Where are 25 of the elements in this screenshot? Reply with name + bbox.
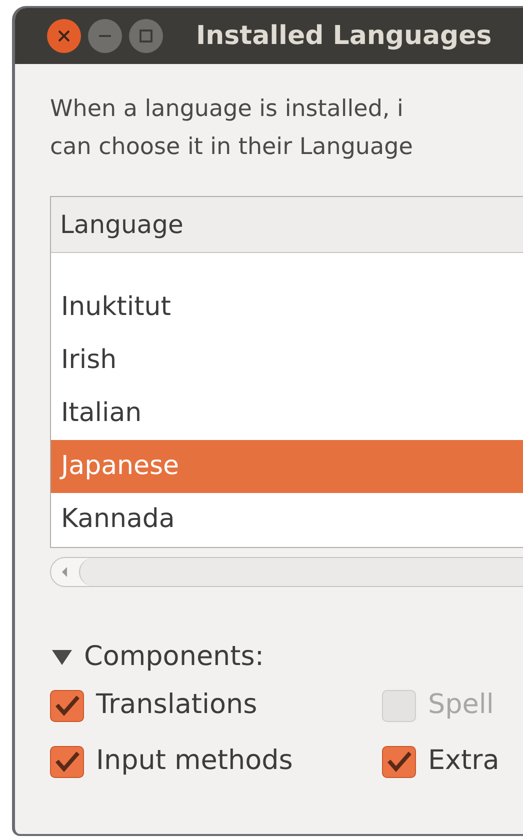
checkbox[interactable] bbox=[50, 690, 84, 722]
checkmark-icon bbox=[54, 694, 80, 718]
checkbox-label: Translations bbox=[96, 688, 258, 722]
list-row[interactable]: Irish bbox=[51, 334, 523, 387]
components-label: Components: bbox=[84, 640, 264, 674]
description-text: When a language is installed, i bbox=[50, 95, 404, 124]
checkmark-icon bbox=[54, 750, 80, 774]
list-row[interactable]: Inuktitut bbox=[51, 281, 523, 334]
column-header[interactable]: Language bbox=[51, 197, 523, 253]
checkbox-label: Spell bbox=[428, 688, 494, 722]
close-icon bbox=[58, 30, 70, 42]
list-row[interactable]: Italian bbox=[51, 387, 523, 440]
maximize-icon bbox=[139, 29, 153, 43]
window-title: Installed Languages bbox=[196, 20, 492, 52]
checkbox[interactable] bbox=[382, 746, 416, 778]
checkbox[interactable] bbox=[50, 746, 84, 778]
checkbox-label: Extra bbox=[428, 744, 500, 778]
description-text: can choose it in their Language bbox=[50, 133, 414, 162]
checkbox-label: Input methods bbox=[96, 744, 293, 778]
minimize-button[interactable] bbox=[88, 19, 122, 53]
close-button[interactable] bbox=[47, 19, 81, 53]
list-row[interactable]: Kannada bbox=[51, 493, 523, 546]
checkmark-icon bbox=[386, 750, 412, 774]
minimize-icon bbox=[98, 34, 112, 38]
maximize-button[interactable] bbox=[129, 19, 163, 53]
